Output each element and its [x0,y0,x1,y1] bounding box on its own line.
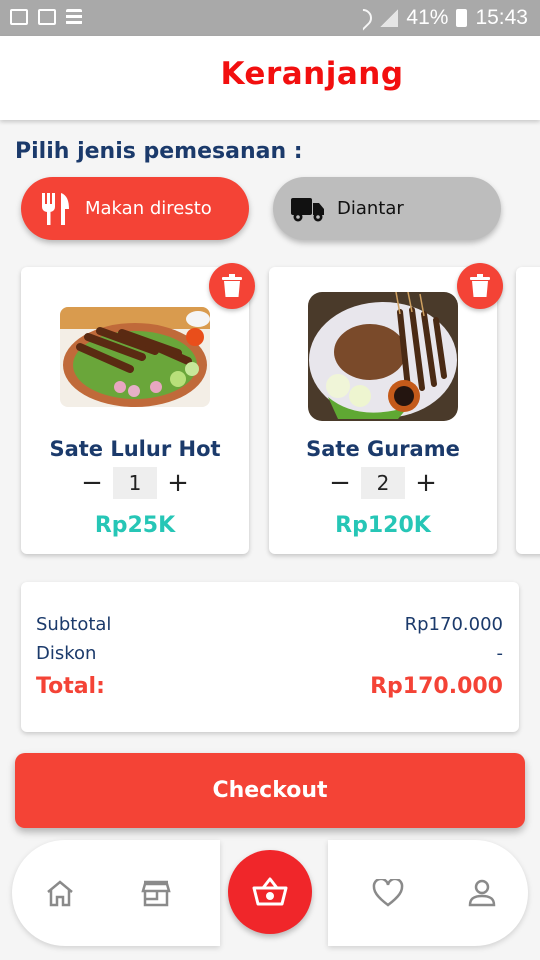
item-name: Sate Lulur Hot [49,437,221,461]
delivery-button[interactable]: Diantar [273,177,501,240]
decrement-button[interactable]: − [325,468,355,498]
clock: 15:43 [475,6,528,29]
discount-value: - [496,643,504,664]
dine-in-button[interactable]: Makan diresto [21,177,249,240]
food-image [308,292,458,421]
total-value: Rp170.000 [370,674,503,699]
item-price: Rp25K [94,513,176,538]
subtotal-row: Subtotal Rp170.000 [36,614,503,635]
nav-home-button[interactable] [42,875,78,911]
quantity-stepper: − 1 + [21,467,249,499]
home-icon [47,880,73,907]
truck-icon [291,194,325,224]
nav-favorites-button[interactable] [370,875,406,911]
item-name: Sate Gurame [306,437,460,461]
total-label: Total: [36,674,105,699]
store-icon [141,880,171,907]
notification-icons [10,9,82,25]
bottom-navigation [12,840,528,946]
decrement-button[interactable]: − [77,468,107,498]
basket-icon [252,877,288,906]
status-bar: 41% 15:43 [0,0,540,36]
trash-icon [222,274,242,297]
app-header: Keranjang [0,36,540,120]
nav-profile-button[interactable] [464,875,500,911]
cart-item-card: Sate Lulur Hot − 1 + Rp25K [21,263,255,554]
increment-button[interactable]: + [163,468,193,498]
delivery-label: Diantar [337,198,404,219]
nav-left-panel [12,840,220,946]
cart-item-card: Sate Gurame − 2 + Rp120K [269,263,503,554]
cart-item-card-partial [516,267,540,554]
gallery-notification-icon [10,9,28,25]
wifi-icon [350,5,377,31]
battery-icon [456,9,468,27]
delete-button[interactable] [209,263,255,309]
nav-cart-button[interactable] [228,850,312,934]
delete-button[interactable] [457,263,503,309]
person-icon [468,879,496,907]
subtotal-value: Rp170.000 [404,614,503,635]
dine-in-label: Makan diresto [85,198,212,219]
discount-row: Diskon - [36,643,503,664]
checkout-button[interactable]: Checkout [15,753,525,828]
signal-icon [380,9,399,27]
restaurant-icon [39,192,73,225]
list-notification-icon [66,9,82,25]
quantity-stepper: − 2 + [269,467,497,499]
laptop-notification-icon [38,9,56,25]
order-summary: Subtotal Rp170.000 Diskon - Total: Rp170… [21,582,519,732]
item-price: Rp120K [335,513,431,538]
page-title: Keranjang [220,56,404,92]
total-row: Total: Rp170.000 [36,674,503,699]
trash-icon [470,274,490,297]
quantity-field[interactable]: 1 [113,467,157,499]
food-image [60,307,210,407]
increment-button[interactable]: + [411,468,441,498]
heart-icon [372,879,404,907]
discount-label: Diskon [36,643,97,664]
subtotal-label: Subtotal [36,614,112,635]
nav-store-button[interactable] [138,875,174,911]
battery-percent: 41% [406,6,449,29]
order-type-label: Pilih jenis pemesanan : [15,139,303,164]
quantity-field[interactable]: 2 [361,467,405,499]
nav-right-panel [328,840,528,946]
